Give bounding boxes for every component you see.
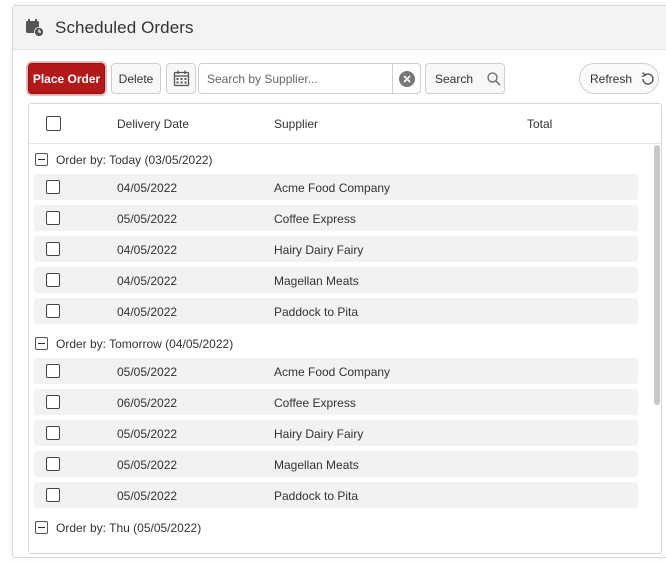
toolbar: Place Order Delete Search by Supplier...… [13, 63, 666, 95]
row-supplier: Hairy Dairy Fairy [274, 427, 364, 441]
group-row[interactable]: Order by: Thu (05/05/2022) [29, 513, 651, 542]
place-order-button[interactable]: Place Order [28, 63, 105, 94]
row-delivery-date: 06/05/2022 [117, 396, 178, 410]
collapse-icon[interactable] [35, 337, 48, 350]
search-button[interactable]: Search [425, 63, 505, 94]
search-field [198, 63, 393, 94]
column-header-total[interactable]: Total [527, 117, 552, 131]
row-checkbox[interactable] [46, 488, 60, 502]
row-supplier: Coffee Express [274, 396, 356, 410]
table-row[interactable]: 06/05/2022 Coffee Express [34, 389, 638, 415]
row-supplier: Acme Food Company [274, 365, 391, 379]
search-icon [487, 71, 501, 85]
row-delivery-date: 04/05/2022 [117, 305, 178, 319]
row-delivery-date: 05/05/2022 [117, 365, 178, 379]
calendar-icon [173, 70, 189, 87]
column-header-delivery-date[interactable]: Delivery Date [117, 117, 189, 131]
row-delivery-date: 04/05/2022 [117, 181, 178, 195]
vertical-scrollbar[interactable] [654, 145, 660, 405]
row-supplier: Coffee Express [274, 212, 356, 226]
row-checkbox[interactable] [46, 273, 60, 287]
group-label: Order by: Thu (05/05/2022) [56, 520, 202, 535]
row-supplier: Magellan Meats [274, 458, 359, 472]
row-delivery-date: 05/05/2022 [117, 458, 178, 472]
refresh-button-label: Refresh [590, 71, 633, 86]
orders-grid: Delivery Date Supplier Total Order by: T… [28, 103, 662, 554]
row-supplier: Paddock to Pita [274, 305, 359, 319]
table-row[interactable]: 05/05/2022 Magellan Meats [34, 451, 638, 477]
panel-header: Scheduled Orders [13, 6, 666, 50]
row-delivery-date: 05/05/2022 [117, 212, 178, 226]
table-row[interactable]: 04/05/2022 Magellan Meats [34, 267, 638, 293]
calendar-clock-icon [26, 18, 44, 37]
row-supplier: Magellan Meats [274, 274, 359, 288]
collapse-icon[interactable] [35, 153, 48, 166]
grid-header: Delivery Date Supplier Total [29, 104, 661, 144]
table-row[interactable]: 04/05/2022 Acme Food Company [34, 174, 638, 200]
row-checkbox[interactable] [46, 180, 60, 194]
clear-icon [398, 70, 415, 87]
calendar-button[interactable] [166, 63, 196, 94]
delete-button[interactable]: Delete [111, 63, 161, 94]
row-delivery-date: 04/05/2022 [117, 274, 178, 288]
search-button-label: Search [435, 71, 474, 86]
row-delivery-date: 05/05/2022 [117, 489, 178, 503]
row-checkbox[interactable] [46, 211, 60, 225]
table-row[interactable]: 04/05/2022 Hairy Dairy Fairy [34, 236, 638, 262]
select-all-checkbox[interactable] [46, 116, 61, 131]
refresh-button[interactable]: Refresh [579, 63, 659, 94]
row-checkbox[interactable] [46, 395, 60, 409]
row-delivery-date: 04/05/2022 [117, 243, 178, 257]
column-header-supplier[interactable]: Supplier [274, 117, 318, 131]
table-row[interactable]: 05/05/2022 Coffee Express [34, 205, 638, 231]
row-supplier: Hairy Dairy Fairy [274, 243, 364, 257]
group-row[interactable]: Order by: Tomorrow (04/05/2022) [29, 329, 651, 358]
refresh-icon [641, 71, 654, 85]
row-checkbox[interactable] [46, 304, 60, 318]
search-input[interactable] [199, 64, 392, 93]
group-label: Order by: Tomorrow (04/05/2022) [56, 336, 234, 351]
table-row[interactable]: 05/05/2022 Acme Food Company [34, 358, 638, 384]
group-label: Order by: Today (03/05/2022) [56, 152, 213, 167]
row-checkbox[interactable] [46, 242, 60, 256]
row-supplier: Paddock to Pita [274, 489, 359, 503]
table-row[interactable]: 05/05/2022 Hairy Dairy Fairy [34, 420, 638, 446]
row-supplier: Acme Food Company [274, 181, 391, 195]
clear-search-button[interactable] [393, 63, 421, 94]
group-row[interactable]: Order by: Today (03/05/2022) [29, 145, 651, 174]
row-checkbox[interactable] [46, 457, 60, 471]
page-title: Scheduled Orders [55, 17, 194, 37]
grid-body: Order by: Today (03/05/2022) 04/05/2022 A… [29, 145, 651, 553]
row-checkbox[interactable] [46, 426, 60, 440]
collapse-icon[interactable] [35, 521, 48, 534]
table-row[interactable]: 04/05/2022 Paddock to Pita [34, 298, 638, 324]
row-delivery-date: 05/05/2022 [117, 427, 178, 441]
row-checkbox[interactable] [46, 364, 60, 378]
scheduled-orders-panel: Scheduled Orders Place Order Delete Sear… [12, 5, 666, 558]
table-row[interactable]: 05/05/2022 Paddock to Pita [34, 482, 638, 508]
